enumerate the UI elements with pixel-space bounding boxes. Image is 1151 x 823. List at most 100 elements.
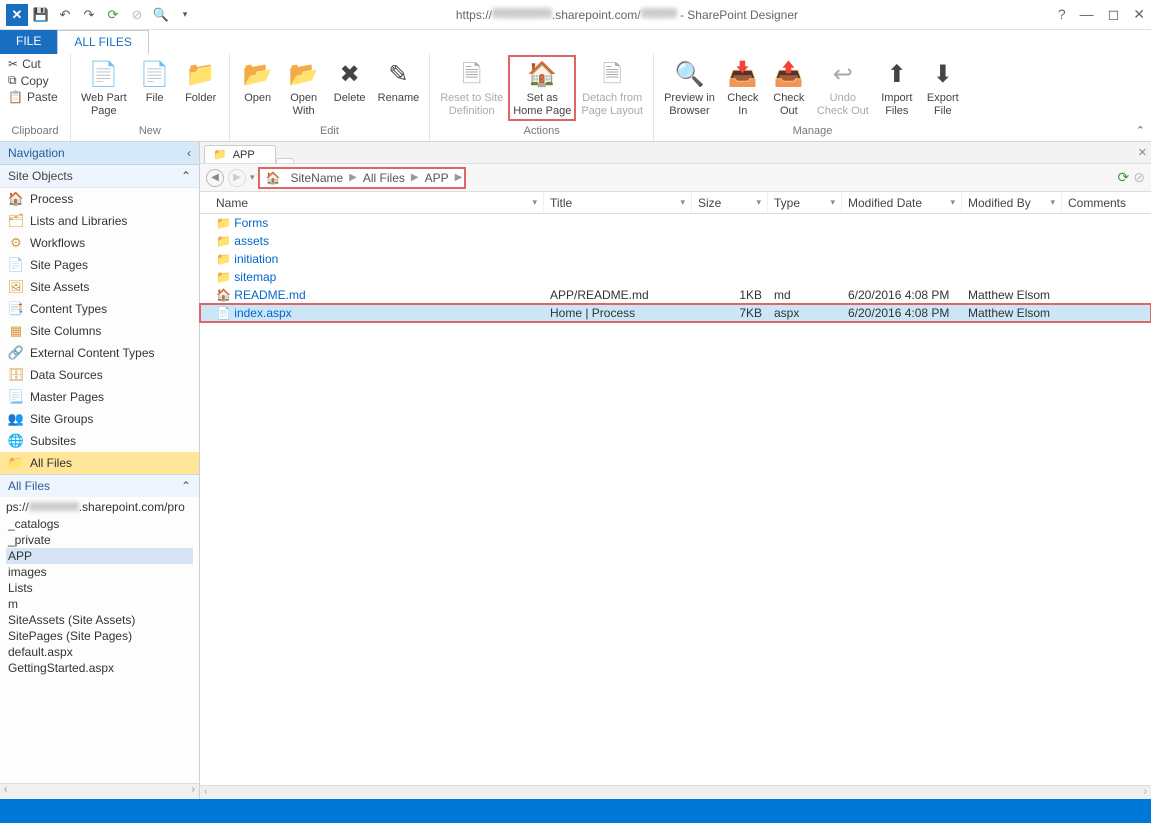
col-type[interactable]: Type▾	[768, 192, 842, 213]
tree-url[interactable]: ps://.sharepoint.com/pro	[4, 499, 195, 515]
open-button[interactable]: 📂Open	[236, 56, 280, 107]
page-icon: 📄	[88, 58, 120, 90]
export-file-button[interactable]: ⬇Export File	[921, 56, 965, 120]
nav-forward-button[interactable]: ▶	[228, 169, 246, 187]
rename-button[interactable]: ✎Rename	[374, 56, 424, 107]
tab-blank[interactable]	[276, 158, 294, 163]
preview-icon[interactable]: 🔍	[150, 4, 172, 26]
stop-icon[interactable]: ⊘	[126, 4, 148, 26]
status-bar	[0, 799, 1151, 823]
sidebar-item-subsites[interactable]: 🌐Subsites	[0, 430, 199, 452]
nav-back-button[interactable]: ◀	[206, 169, 224, 187]
file-name[interactable]: assets	[234, 234, 269, 248]
sidebar-item-site-assets[interactable]: 🖼Site Assets	[0, 276, 199, 298]
tree-item[interactable]: _private	[6, 532, 193, 548]
file-name[interactable]: initiation	[234, 252, 278, 266]
sidebar-item-content-types[interactable]: 📑Content Types	[0, 298, 199, 320]
home-icon[interactable]: 🏠	[262, 171, 285, 185]
navigation-header[interactable]: Navigation‹	[0, 142, 199, 165]
preview-button[interactable]: 🔍Preview in Browser	[660, 56, 719, 120]
col-title[interactable]: Title▾	[544, 192, 692, 213]
history-dropdown-icon[interactable]: ▾	[250, 172, 255, 183]
check-out-button[interactable]: 📤Check Out	[767, 56, 811, 120]
app-icon[interactable]: ✕	[6, 4, 28, 26]
file-name[interactable]: sitemap	[234, 270, 276, 284]
table-row[interactable]: 📄 index.aspxHome | Process7KBaspx6/20/20…	[200, 304, 1151, 322]
sidebar-item-master-pages[interactable]: 📃Master Pages	[0, 386, 199, 408]
minimize-icon[interactable]: —	[1080, 6, 1094, 23]
save-icon[interactable]: 💾	[30, 4, 52, 26]
sidebar-item-data-sources[interactable]: 🗄Data Sources	[0, 364, 199, 386]
sidebar-item-process[interactable]: 🏠Process	[0, 188, 199, 210]
sidebar-item-external-content-types[interactable]: 🔗External Content Types	[0, 342, 199, 364]
cut-button[interactable]: ✂Cut	[6, 56, 64, 72]
close-icon[interactable]: ✕	[1133, 6, 1145, 23]
qat-dropdown-icon[interactable]: ▾	[174, 4, 196, 26]
site-objects-header[interactable]: Site Objects⌃	[0, 165, 199, 188]
tree-item[interactable]: Lists	[6, 580, 193, 596]
help-icon[interactable]: ?	[1058, 6, 1066, 23]
crumb-allfiles[interactable]: All Files	[357, 171, 411, 185]
undo-icon[interactable]: ↶	[54, 4, 76, 26]
paste-button[interactable]: 📋Paste	[6, 89, 64, 105]
sidebar-item-lists-and-libraries[interactable]: 🗂Lists and Libraries	[0, 210, 199, 232]
sidebar-item-workflows[interactable]: ⚙Workflows	[0, 232, 199, 254]
tree-item[interactable]: m	[6, 596, 193, 612]
nav-label: Master Pages	[30, 390, 104, 404]
new-file-button[interactable]: 📄File	[133, 56, 177, 107]
import-files-button[interactable]: ⬆Import Files	[875, 56, 919, 120]
table-row[interactable]: 📁 assets	[200, 232, 1151, 250]
sidebar-item-site-pages[interactable]: 📄Site Pages	[0, 254, 199, 276]
refresh-icon[interactable]: ⟳	[102, 4, 124, 26]
chevron-up-icon[interactable]: ⌃	[181, 169, 191, 183]
delete-button[interactable]: ✖Delete	[328, 56, 372, 107]
table-row[interactable]: 📁 initiation	[200, 250, 1151, 268]
check-in-button[interactable]: 📥Check In	[721, 56, 765, 120]
ribbon-group-clipboard: ✂Cut ⧉Copy 📋Paste Clipboard	[0, 54, 71, 141]
tree-item[interactable]: SitePages (Site Pages)	[6, 628, 193, 644]
tab-close-icon[interactable]: ✕	[1138, 146, 1147, 159]
breadcrumb: 🏠 SiteName▶ All Files▶ APP▶	[259, 168, 466, 188]
open-with-button[interactable]: 📂Open With	[282, 56, 326, 120]
tab-file[interactable]: FILE	[0, 30, 57, 54]
file-name[interactable]: README.md	[234, 288, 305, 302]
file-name[interactable]: Forms	[234, 216, 268, 230]
col-by[interactable]: Modified By▾	[962, 192, 1062, 213]
tree-item[interactable]: APP	[6, 548, 193, 564]
col-date[interactable]: Modified Date▾	[842, 192, 962, 213]
table-row[interactable]: 📁 Forms	[200, 214, 1151, 232]
refresh-icon[interactable]: ⟳	[1118, 169, 1130, 186]
tree-item[interactable]: images	[6, 564, 193, 580]
file-name[interactable]: index.aspx	[234, 306, 291, 320]
sidebar-item-site-columns[interactable]: ▦Site Columns	[0, 320, 199, 342]
collapse-icon[interactable]: ‹	[187, 146, 191, 160]
maximize-icon[interactable]: ◻	[1108, 6, 1120, 23]
nav-scroll-bar[interactable]: ‹›	[0, 783, 199, 799]
col-comments[interactable]: Comments	[1062, 192, 1128, 213]
new-folder-button[interactable]: 📁Folder	[179, 56, 223, 107]
redo-icon[interactable]: ↷	[78, 4, 100, 26]
tree-item[interactable]: GettingStarted.aspx	[6, 660, 193, 676]
copy-button[interactable]: ⧉Copy	[6, 72, 64, 89]
web-part-page-button[interactable]: 📄Web Part Page	[77, 56, 131, 120]
chevron-up-icon[interactable]: ⌃	[181, 479, 191, 493]
ribbon-collapse-icon[interactable]: ⌃	[1136, 124, 1145, 137]
tab-all-files[interactable]: ALL FILES	[57, 30, 149, 54]
content-scroll-bar[interactable]: ‹›	[200, 785, 1151, 799]
col-name[interactable]: Name▾	[210, 192, 544, 213]
crumb-app[interactable]: APP	[419, 171, 455, 185]
tree-item[interactable]: default.aspx	[6, 644, 193, 660]
set-as-home-page-button[interactable]: 🏠Set as Home Page	[509, 56, 575, 120]
table-row[interactable]: 🏠 README.mdAPP/README.md1KBmd6/20/2016 4…	[200, 286, 1151, 304]
sidebar-item-all-files[interactable]: 📁All Files	[0, 452, 199, 474]
all-files-header[interactable]: All Files⌃	[0, 474, 199, 497]
sidebar-item-site-groups[interactable]: 👥Site Groups	[0, 408, 199, 430]
folder-icon: 📁	[213, 148, 227, 161]
table-row[interactable]: 📁 sitemap	[200, 268, 1151, 286]
stop-icon[interactable]: ⊘	[1133, 169, 1145, 186]
crumb-site[interactable]: SiteName	[284, 171, 349, 185]
col-size[interactable]: Size▾	[692, 192, 768, 213]
tab-app[interactable]: 📁APP	[204, 145, 276, 163]
tree-item[interactable]: SiteAssets (Site Assets)	[6, 612, 193, 628]
tree-item[interactable]: _catalogs	[6, 516, 193, 532]
